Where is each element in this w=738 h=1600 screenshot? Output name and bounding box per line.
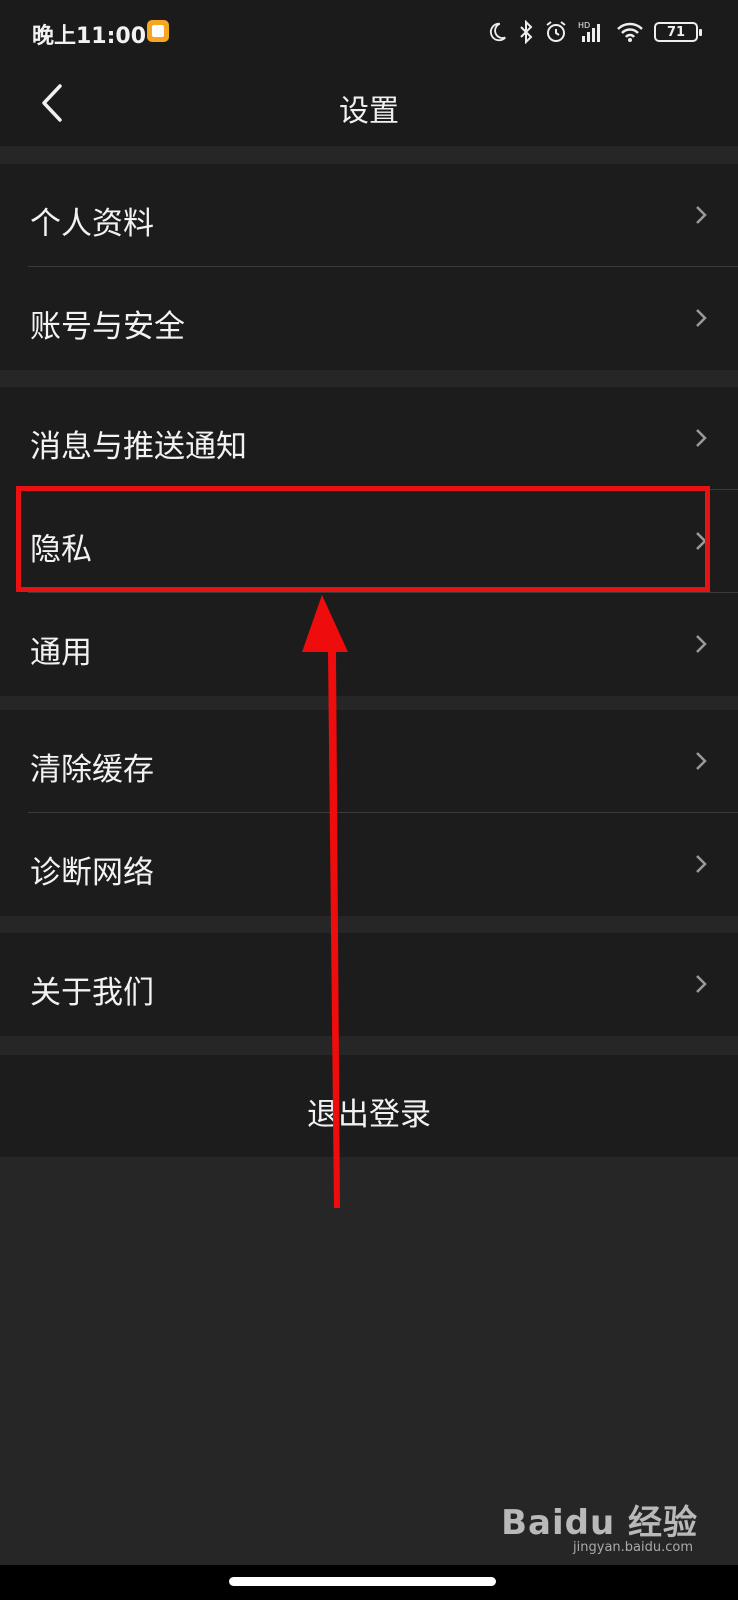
home-indicator[interactable] xyxy=(229,1577,496,1586)
watermark-url: jingyan.baidu.com xyxy=(573,1540,693,1555)
red-arrow-annotation xyxy=(302,595,348,1208)
baidu-watermark-logo: Baidu 经验 xyxy=(501,1503,698,1543)
